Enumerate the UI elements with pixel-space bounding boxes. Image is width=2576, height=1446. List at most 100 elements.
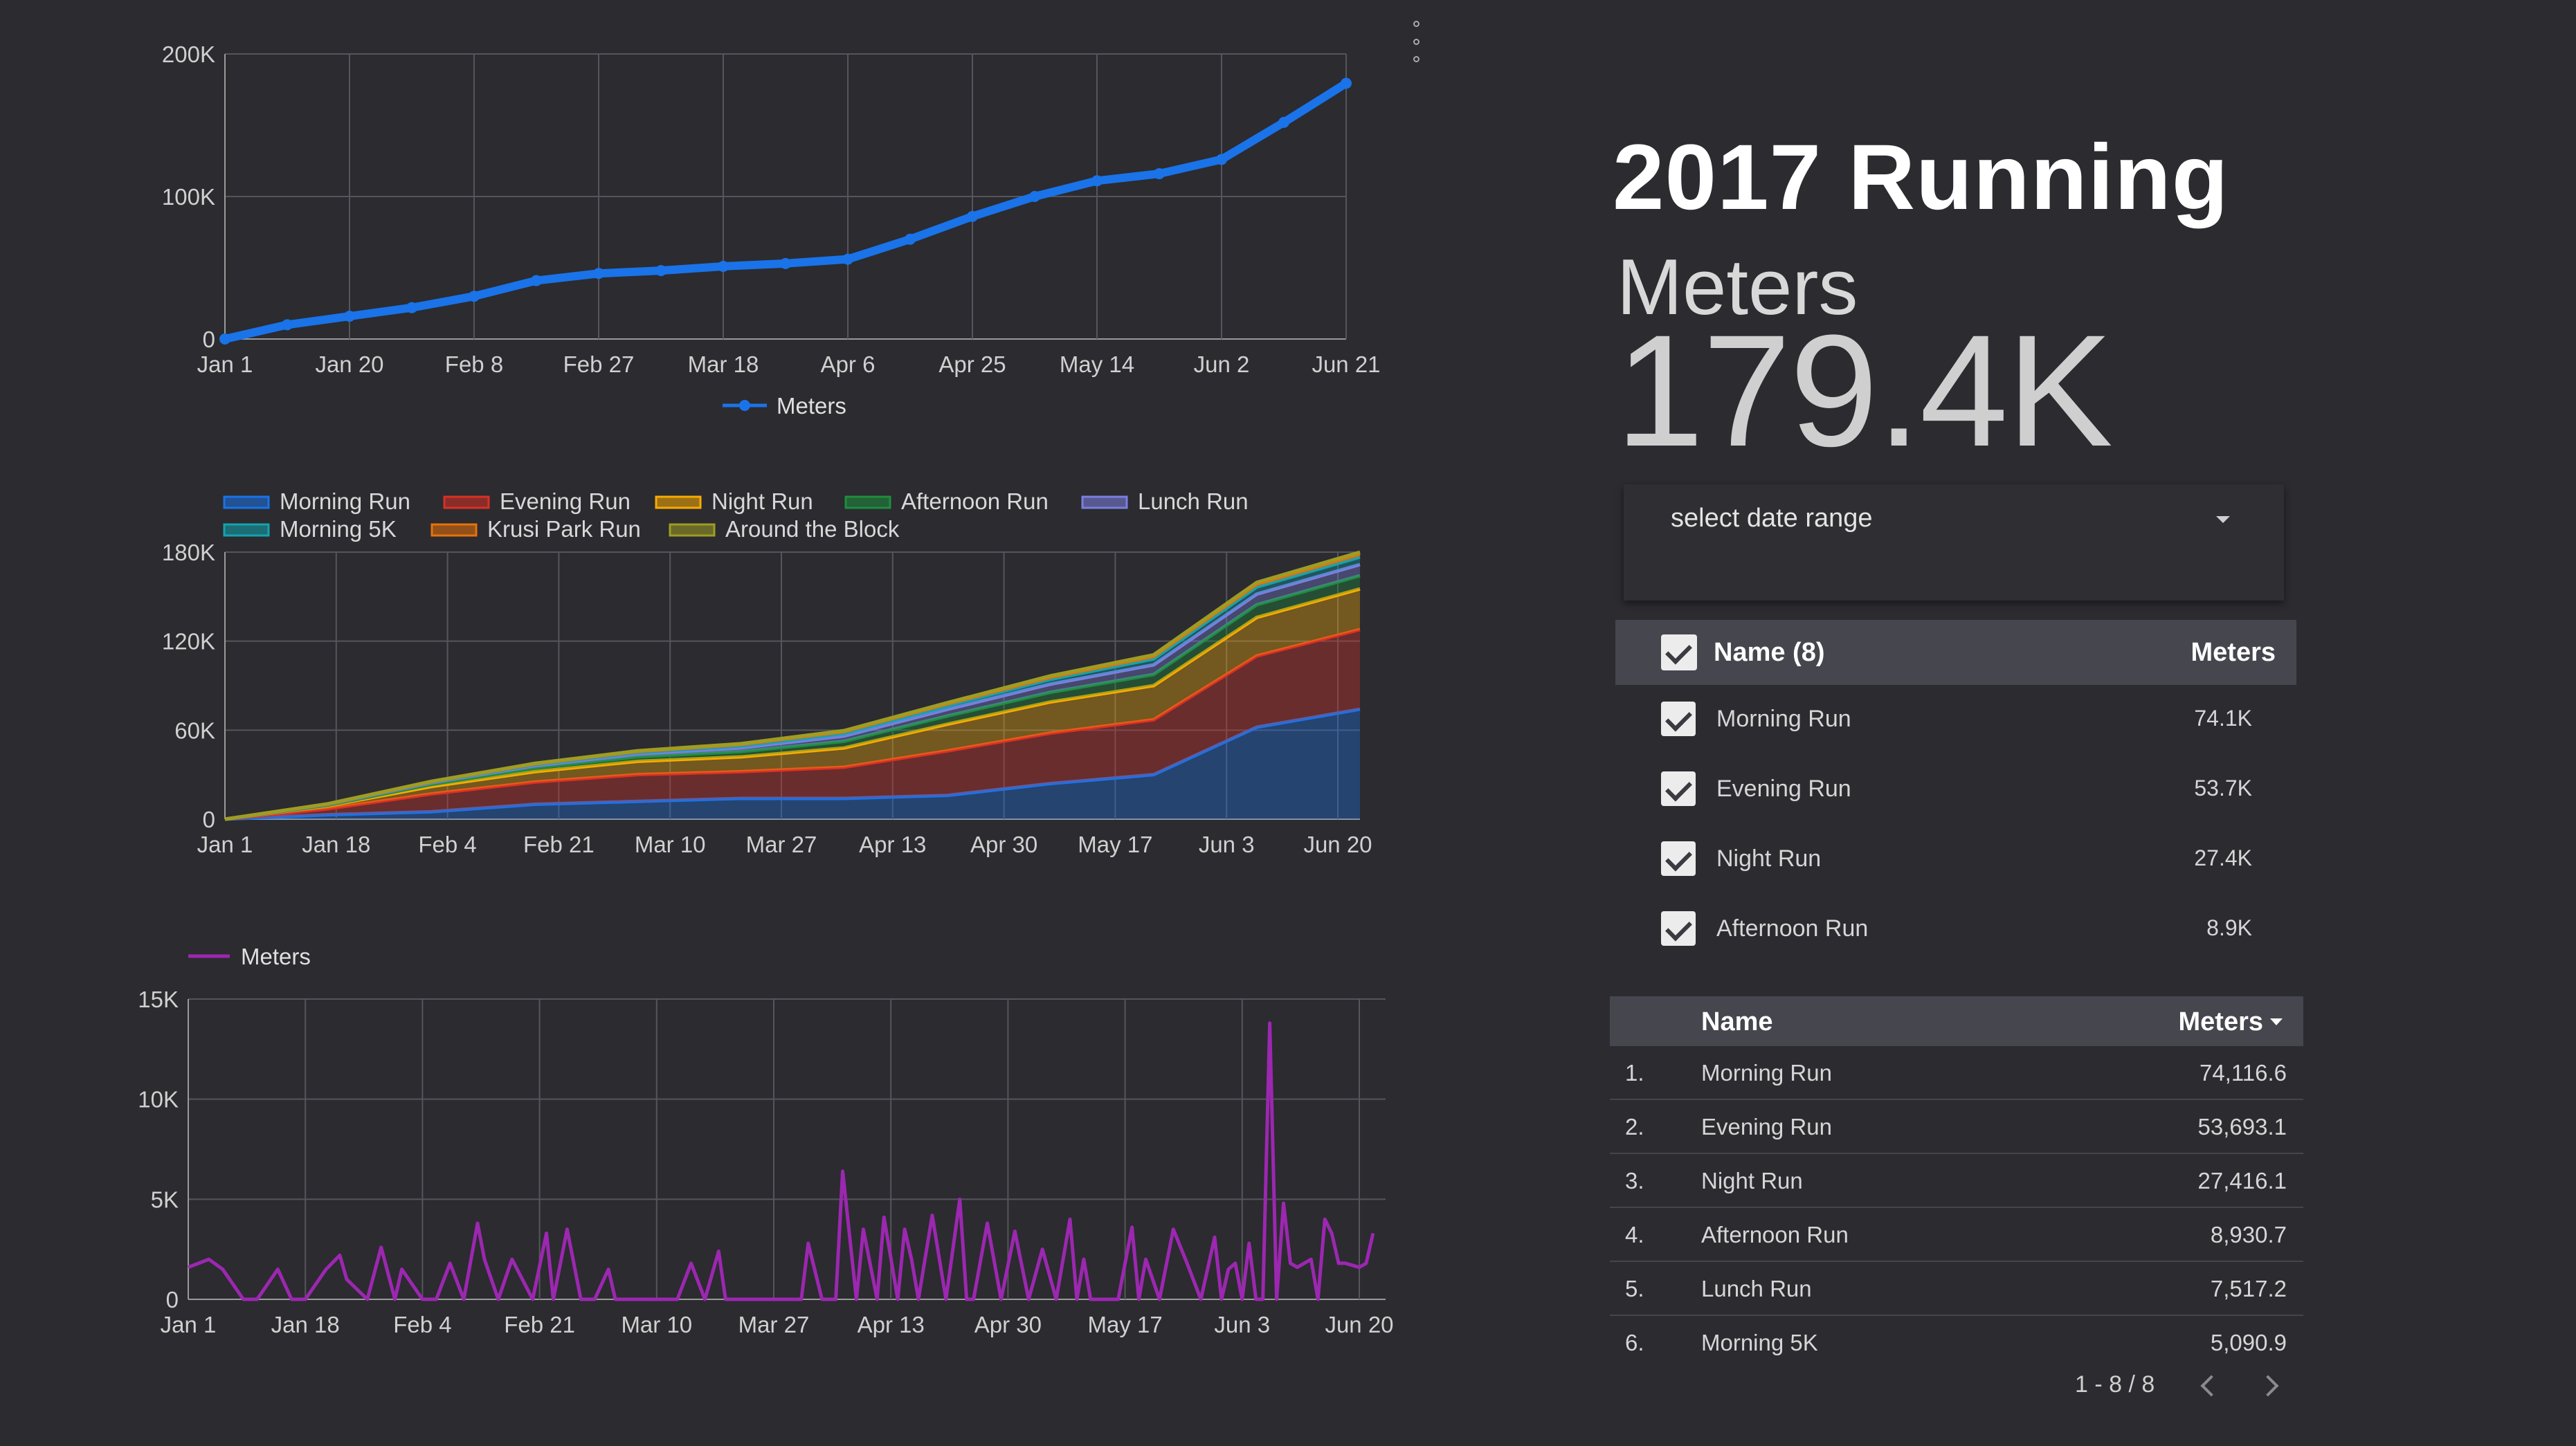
legend-label: Afternoon Run bbox=[901, 488, 1049, 514]
dashboard-title: 2017 Running bbox=[1613, 126, 2229, 229]
x-tick-label: Apr 30 bbox=[970, 832, 1037, 857]
select-all-checkbox-icon[interactable] bbox=[1661, 634, 1697, 670]
table-row[interactable]: 3. Night Run 27,416.1 bbox=[1610, 1154, 2303, 1208]
table-row[interactable]: 1. Morning Run 74,116.6 bbox=[1610, 1046, 2303, 1100]
legend-label: Night Run bbox=[711, 488, 813, 514]
x-tick-label: Jan 1 bbox=[161, 1312, 217, 1337]
data-point bbox=[469, 291, 480, 302]
chevron-left-icon[interactable] bbox=[2193, 1370, 2220, 1402]
x-tick-label: Jun 3 bbox=[1199, 832, 1255, 857]
checkbox-icon[interactable] bbox=[1661, 702, 1696, 736]
y-tick-label: 100K bbox=[162, 184, 215, 210]
data-point bbox=[406, 302, 417, 313]
date-range-label: select date range bbox=[1671, 504, 1873, 533]
filter-item-value: 53.7K bbox=[2194, 776, 2252, 800]
data-point bbox=[593, 268, 604, 280]
legend-swatch bbox=[223, 495, 270, 509]
x-tick-label: May 17 bbox=[1087, 1312, 1162, 1337]
row-index: 4. bbox=[1625, 1222, 1644, 1247]
table-row[interactable]: 2. Evening Run 53,693.1 bbox=[1610, 1100, 2303, 1154]
data-point bbox=[219, 333, 230, 345]
dropdown-arrow-icon bbox=[2216, 516, 2230, 523]
legend-swatch bbox=[223, 523, 270, 537]
filter-header: Name (8) Meters bbox=[1615, 620, 2296, 685]
legend-label: Around the Block bbox=[725, 516, 900, 542]
filter-header-name: Name (8) bbox=[1714, 638, 1825, 667]
y-tick-label: 15K bbox=[138, 987, 179, 1012]
x-tick-label: Feb 8 bbox=[445, 351, 503, 377]
filter-item-name: Evening Run bbox=[1716, 776, 1851, 802]
legend-swatch bbox=[1081, 495, 1128, 509]
chevron-right-icon[interactable] bbox=[2258, 1370, 2285, 1402]
table-row[interactable]: 5. Lunch Run 7,517.2 bbox=[1610, 1262, 2303, 1316]
x-tick-label: Jun 21 bbox=[1312, 351, 1380, 377]
row-index: 5. bbox=[1625, 1276, 1644, 1301]
filter-item[interactable]: Night Run 27.4K bbox=[1615, 825, 2296, 895]
data-point bbox=[1091, 175, 1103, 187]
data-point bbox=[655, 265, 666, 277]
series-line-meters bbox=[224, 80, 1349, 343]
x-tick-label: Apr 13 bbox=[859, 832, 926, 857]
data-point bbox=[1154, 168, 1165, 180]
daily-meters-chart: 0 5K 10K 15K Jan 1 Jan 18 Feb 4 Feb 21 Mar 10 Mar… bbox=[138, 944, 1393, 1337]
x-tick-label: Jun 2 bbox=[1194, 351, 1250, 377]
row-value: 74,116.6 bbox=[2199, 1060, 2287, 1086]
pagination-label: 1 - 8 / 8 bbox=[2075, 1371, 2155, 1398]
row-index: 3. bbox=[1625, 1168, 1644, 1193]
x-tick-label: Apr 25 bbox=[938, 351, 1006, 377]
x-tick-label: May 14 bbox=[1060, 351, 1134, 377]
data-point bbox=[967, 210, 978, 222]
y-tick-label: 0 bbox=[203, 807, 215, 832]
column-header-meters[interactable]: Meters bbox=[2179, 1007, 2264, 1037]
table-row[interactable]: 4. Afternoon Run 8,930.7 bbox=[1610, 1208, 2303, 1262]
y-tick-label: 0 bbox=[166, 1287, 179, 1312]
legend-marker-meters bbox=[739, 400, 750, 411]
x-tick-label: Jan 20 bbox=[315, 351, 383, 377]
x-tick-label: Feb 27 bbox=[563, 351, 635, 377]
y-tick-label: 0 bbox=[203, 327, 215, 352]
row-name: Evening Run bbox=[1701, 1114, 1832, 1140]
filter-header-value: Meters bbox=[2190, 638, 2276, 667]
legend-label: Morning Run bbox=[280, 488, 410, 514]
row-name: Lunch Run bbox=[1701, 1276, 1812, 1301]
legend-label-meters: Meters bbox=[777, 393, 846, 419]
runs-table: Name Meters 1. Morning Run 74,116.6 2. E… bbox=[1610, 996, 2303, 1370]
legend-swatch bbox=[430, 523, 478, 537]
data-point bbox=[1029, 191, 1040, 202]
legend-swatch bbox=[669, 523, 716, 537]
filter-item-value: 8.9K bbox=[2206, 915, 2252, 940]
x-tick-label: Apr 6 bbox=[821, 351, 876, 377]
x-tick-label: Feb 21 bbox=[504, 1312, 575, 1337]
date-range-selector[interactable]: select date range bbox=[1624, 484, 2284, 601]
checkbox-icon[interactable] bbox=[1661, 911, 1696, 946]
checkbox-icon[interactable] bbox=[1661, 841, 1696, 876]
column-header-name[interactable]: Name bbox=[1701, 1007, 1773, 1037]
x-tick-label: Mar 10 bbox=[621, 1312, 692, 1337]
x-tick-label: Jan 1 bbox=[197, 832, 253, 857]
filter-item[interactable]: Evening Run 53.7K bbox=[1615, 755, 2296, 825]
data-point bbox=[1341, 77, 1352, 89]
table-row[interactable]: 6. Morning 5K 5,090.9 bbox=[1610, 1316, 2303, 1370]
sort-descending-icon[interactable] bbox=[2270, 1018, 2283, 1025]
x-tick-label: Feb 21 bbox=[523, 832, 595, 857]
x-tick-label: Apr 30 bbox=[974, 1312, 1042, 1337]
row-name: Night Run bbox=[1701, 1168, 1803, 1193]
y-tick-label: 200K bbox=[162, 42, 215, 67]
data-point bbox=[1278, 116, 1289, 128]
data-point bbox=[1216, 154, 1227, 165]
more-options-icon[interactable] bbox=[1408, 21, 1424, 62]
checkbox-icon[interactable] bbox=[1661, 771, 1696, 806]
y-tick-label: 60K bbox=[174, 717, 215, 743]
legend-label: Evening Run bbox=[500, 488, 631, 514]
row-value: 8,930.7 bbox=[2210, 1222, 2287, 1247]
filter-item-value: 74.1K bbox=[2194, 706, 2252, 731]
row-value: 5,090.9 bbox=[2210, 1330, 2287, 1355]
filter-item[interactable]: Morning Run 74.1K bbox=[1615, 685, 2296, 755]
data-point bbox=[718, 260, 729, 272]
legend-swatch bbox=[443, 495, 490, 509]
row-index: 1. bbox=[1625, 1060, 1644, 1086]
filter-item[interactable]: Afternoon Run 8.9K bbox=[1615, 895, 2296, 964]
row-value: 7,517.2 bbox=[2210, 1276, 2287, 1301]
legend-label-meters: Meters bbox=[241, 944, 311, 969]
filter-item-name: Night Run bbox=[1716, 845, 1822, 872]
